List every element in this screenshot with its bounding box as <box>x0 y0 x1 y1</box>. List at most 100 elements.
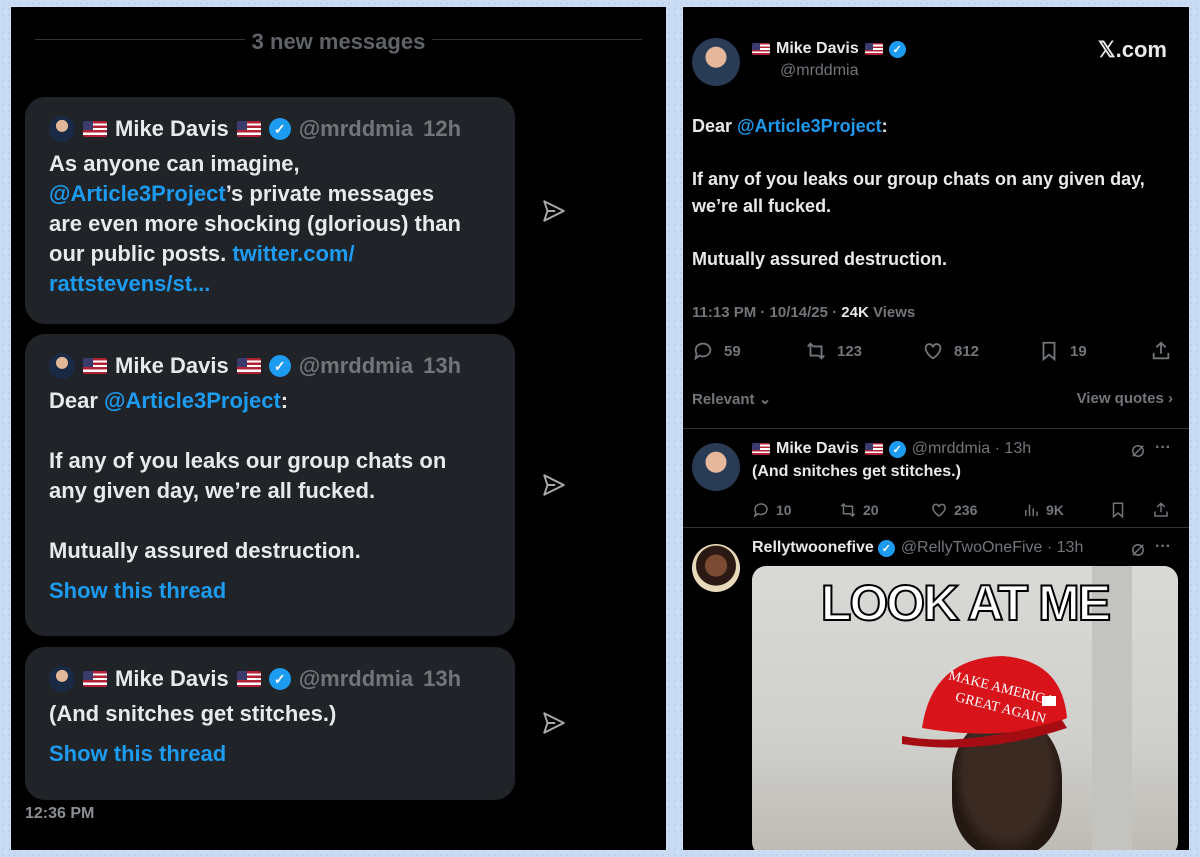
meme-caption: LOOK AT ME <box>820 574 1112 632</box>
avatar[interactable] <box>49 116 75 142</box>
bookmark-count: 19 <box>1070 342 1087 360</box>
author-name-row: Mike Davis ✓ <box>752 40 912 58</box>
author-name[interactable]: Mike Davis <box>776 40 859 58</box>
meme-image[interactable]: MAKE AMERICA GREAT AGAIN LOOK AT ME <box>752 566 1178 850</box>
relevant-dropdown[interactable]: Relevant ⌄ <box>692 391 771 408</box>
author-handle[interactable]: @mrddmia <box>299 353 413 379</box>
message-line: If any of you leaks our group chats on <box>49 448 447 473</box>
us-flag-icon <box>83 121 107 137</box>
tweet-panel: Mike Davis ✓ @mrddmia 𝕏.com Dear @Articl… <box>683 7 1189 850</box>
views-button[interactable]: 9K <box>1022 501 1064 519</box>
message-text: (And snitches get stitches.) <box>49 701 337 726</box>
bookmark-icon <box>1042 341 1056 362</box>
reply-button[interactable]: 59 <box>692 340 741 362</box>
us-flag-icon <box>752 43 770 55</box>
us-flag-icon <box>752 443 770 455</box>
message-line: are even more shocking (glorious) than <box>49 211 461 236</box>
author-name[interactable]: Rellytwoonefive <box>752 539 874 557</box>
tweet-meta: 11:13 PM · 10/14/25 · 24K Views <box>692 304 915 321</box>
author-name-row: Rellytwoonefive ✓ @RellyTwoOneFive · 13h <box>752 539 1083 557</box>
us-flag-icon <box>83 671 107 687</box>
message-bubble-1[interactable]: Mike Davis ✓ @mrddmia 12h As anyone can … <box>25 97 515 324</box>
avatar[interactable] <box>49 666 75 692</box>
us-flag-icon <box>864 43 883 55</box>
verified-icon: ✓ <box>877 539 895 557</box>
author-handle[interactable]: @RellyTwoOneFive · 13h <box>901 539 1084 557</box>
repost-button[interactable]: 20 <box>839 501 879 519</box>
reply-actions: 10 20 236 9K <box>752 501 1172 521</box>
url-link[interactable]: rattstevens/st... <box>49 269 493 299</box>
message-time: 13h <box>423 666 462 691</box>
avatar[interactable] <box>692 443 740 491</box>
reply-count: 10 <box>776 502 792 518</box>
us-flag-icon <box>236 358 261 374</box>
url-link[interactable]: twitter.com/ <box>232 241 354 266</box>
message-line: Mutually assured destruction. <box>49 538 361 563</box>
tweet-text: Mutually assured destruction. <box>692 249 948 269</box>
share-button[interactable] <box>1152 501 1176 519</box>
repost-button[interactable]: 123 <box>805 340 862 362</box>
message-bubble-3[interactable]: Mike Davis ✓ @mrddmia 13h (And snitches … <box>25 647 515 800</box>
us-flag-icon <box>236 121 261 137</box>
mention-link[interactable]: @Article3Project <box>737 116 882 136</box>
more-options-icon[interactable]: ··· <box>1155 538 1171 556</box>
send-icon[interactable] <box>541 472 567 498</box>
views-label: Views <box>868 304 916 321</box>
author-name[interactable]: Mike Davis <box>115 666 229 692</box>
repost-count: 123 <box>837 342 863 360</box>
author-handle[interactable]: @mrddmia <box>299 666 413 692</box>
chevron-down-icon: ⌄ <box>758 391 772 408</box>
reply-button[interactable]: 10 <box>752 501 792 519</box>
author-handle[interactable]: @mrddmia · 13h <box>912 440 1031 458</box>
author-name[interactable]: Mike Davis <box>776 440 859 458</box>
message-line: Dear <box>49 388 98 413</box>
grok-icon[interactable] <box>1129 442 1147 460</box>
message-line: As anyone can imagine, <box>49 151 300 176</box>
separator-line-right <box>432 39 642 40</box>
repost-icon <box>840 502 856 518</box>
author-handle[interactable]: @mrddmia <box>780 62 858 80</box>
show-thread-link[interactable]: Show this thread <box>49 741 493 767</box>
verified-icon: ✓ <box>268 355 291 377</box>
author-name[interactable]: Mike Davis <box>115 353 229 379</box>
tweet-actions: 59 123 812 19 <box>692 340 1172 366</box>
reply-item[interactable]: Mike Davis ✓ @mrddmia · 13h ··· (And sni… <box>683 429 1189 527</box>
show-thread-link[interactable]: Show this thread <box>49 578 493 604</box>
tweet-time[interactable]: 11:13 PM · 10/14/25 · <box>692 304 841 321</box>
send-icon[interactable] <box>541 710 567 736</box>
heart-icon <box>932 503 946 517</box>
share-button[interactable] <box>1150 340 1182 362</box>
grok-icon[interactable] <box>1129 541 1147 559</box>
author-handle[interactable]: @mrddmia <box>299 116 413 142</box>
us-flag-icon <box>864 443 883 455</box>
bookmark-button[interactable]: 19 <box>1038 340 1087 362</box>
message-header: Mike Davis ✓ @mrddmia 13h <box>49 665 493 693</box>
reply-icon <box>694 342 712 361</box>
tweet-text: Dear <box>692 116 733 136</box>
message-time: 13h <box>423 353 462 378</box>
message-bubble-2[interactable]: Mike Davis ✓ @mrddmia 13h Dear @Article3… <box>25 334 515 636</box>
message-line: our public posts. <box>49 241 227 266</box>
mention-link[interactable]: @Article3Project <box>49 181 226 206</box>
chevron-right-icon: › <box>1168 390 1173 407</box>
avatar[interactable] <box>692 544 740 592</box>
us-flag-icon <box>236 671 261 687</box>
verified-icon: ✓ <box>268 118 291 140</box>
reply-sort-row: Relevant ⌄ View quotes › <box>692 390 1173 408</box>
more-options-icon[interactable]: ··· <box>1155 439 1171 457</box>
bookmark-button[interactable] <box>1109 501 1133 519</box>
views-count: 24K <box>841 304 869 321</box>
reply-text: (And snitches get stitches.) <box>752 463 961 480</box>
send-icon[interactable] <box>541 198 567 224</box>
like-button[interactable]: 236 <box>930 501 977 519</box>
verified-icon: ✓ <box>268 668 291 690</box>
dm-panel: 3 new messages Mike Davis ✓ @mrddmia 12h… <box>11 7 666 850</box>
view-quotes-link[interactable]: View quotes › <box>1077 390 1173 407</box>
avatar[interactable] <box>49 353 75 379</box>
sort-label: Relevant <box>692 391 755 408</box>
avatar[interactable] <box>692 38 740 86</box>
mention-link[interactable]: @Article3Project <box>104 388 281 413</box>
like-count: 812 <box>954 342 980 360</box>
like-button[interactable]: 812 <box>922 340 979 362</box>
author-name[interactable]: Mike Davis <box>115 116 229 142</box>
